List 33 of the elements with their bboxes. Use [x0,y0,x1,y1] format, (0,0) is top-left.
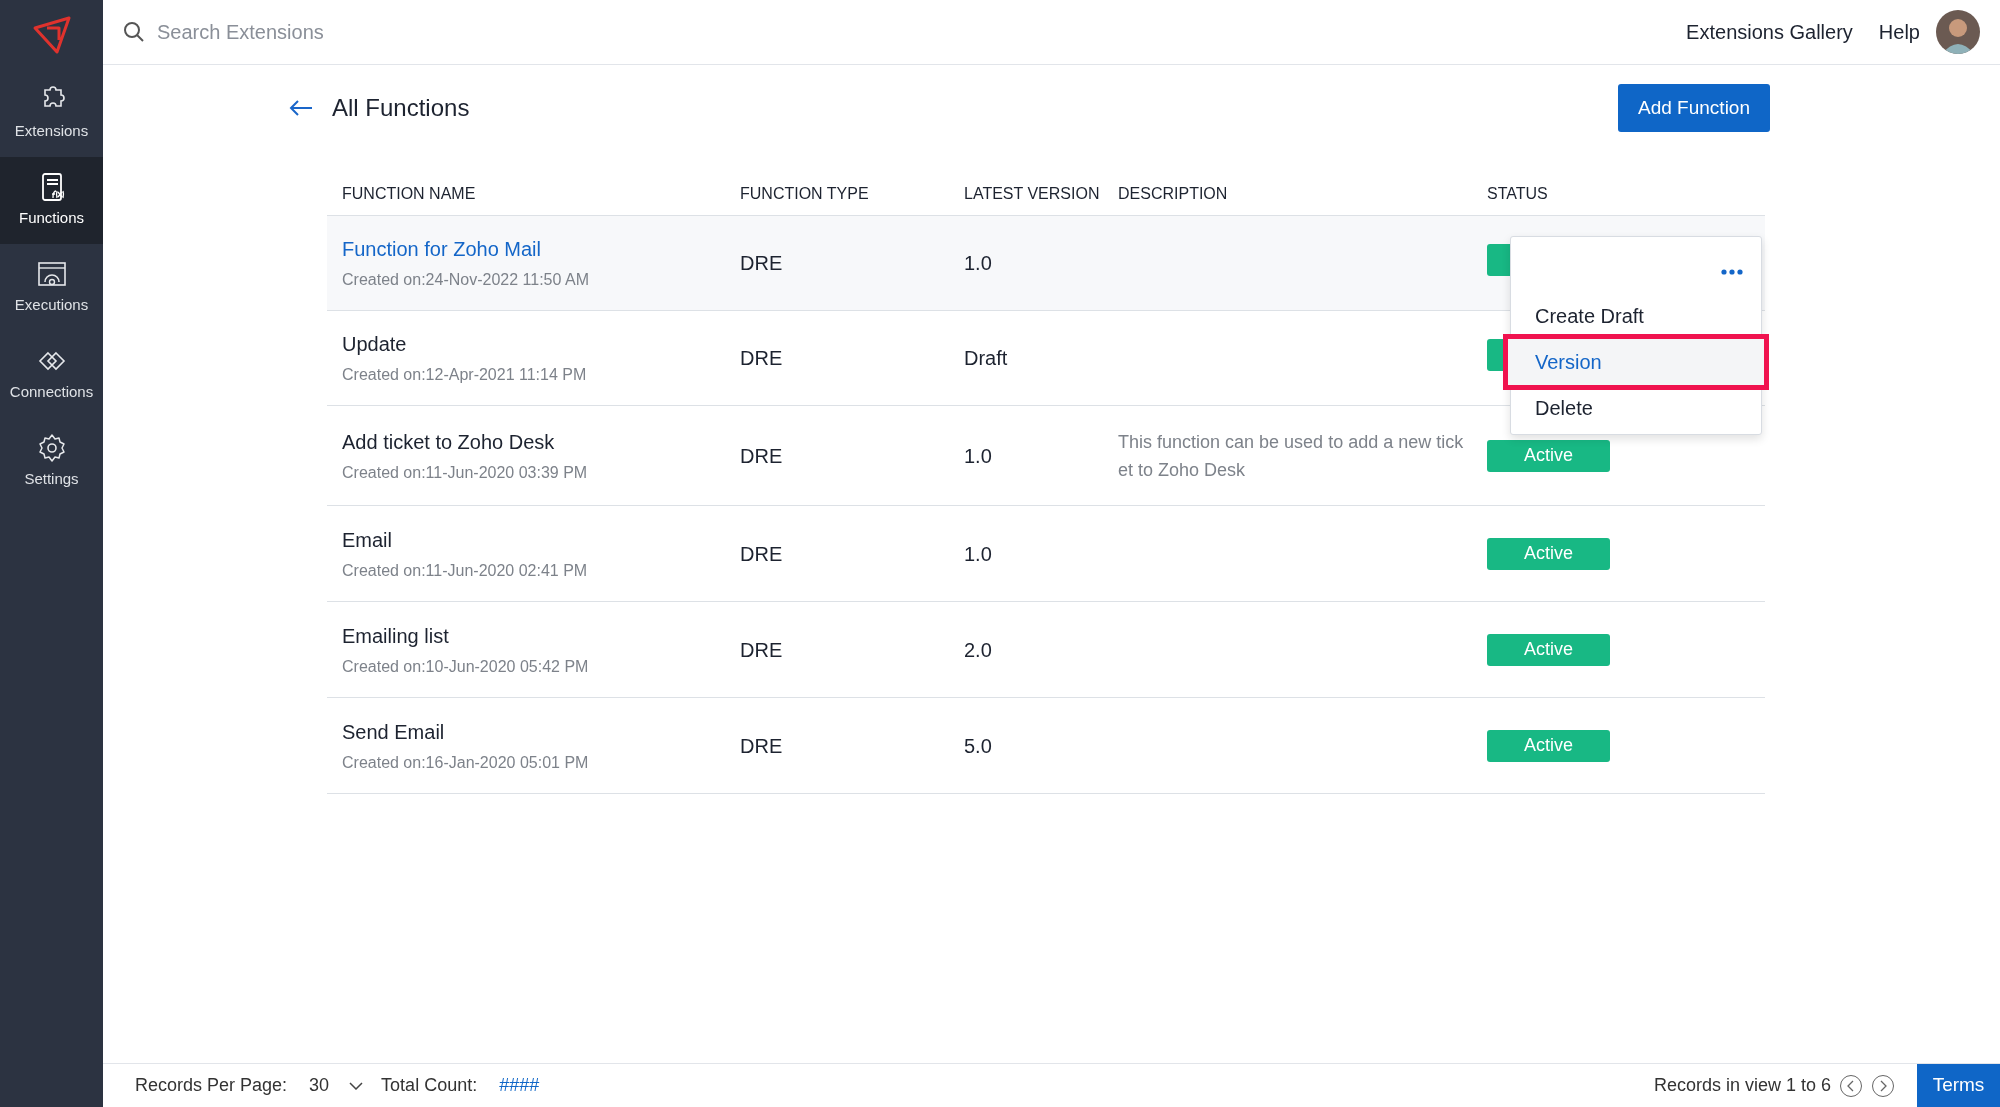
page-title: All Functions [332,93,470,123]
latest-version: 1.0 [964,444,992,467]
total-count: #### [499,1074,540,1097]
function-type: DRE [740,734,783,757]
function-type: DRE [740,347,783,369]
status-badge: Active [1487,439,1610,472]
column-header: STATUS [1486,183,1549,204]
latest-version: 1.0 [964,542,992,565]
latest-version: 2.0 [964,638,992,661]
records-range: Records in view 1 to 6 [1653,1074,1831,1097]
latest-version: Draft [964,347,1008,369]
status-badge: Active [1487,729,1610,762]
column-header: FUNCTION NAME [341,183,477,204]
created-date: Created on:12-Apr-2021 11:14 PM [342,365,588,385]
created-date: Created on:16-Jan-2020 05:01 PM [342,752,590,773]
latest-version: 5.0 [964,734,992,757]
column-header: LATEST VERSION [963,183,1101,204]
records-per-page-label: Records Per Page: [135,1074,288,1097]
latest-version: 1.0 [964,252,992,274]
status-badge: Active [1487,633,1610,666]
description: This function can be used to add a new ticket to Zoho Desk [1118,430,1465,482]
function-type: DRE [740,542,783,565]
column-header: DESCRIPTION [1117,183,1229,204]
function-type: DRE [740,444,783,467]
function-type: DRE [740,252,783,274]
total-count-label: Total Count: [381,1074,478,1097]
created-date: Created on:11-Jun-2020 02:41 PM [342,560,589,581]
column-header: FUNCTION TYPE [739,183,870,204]
created-date: Created on:24-Nov-2022 11:50 AM [342,270,590,290]
status-badge: Active [1487,537,1610,570]
created-date: Created on:11-Jun-2020 03:39 PM [342,462,589,483]
created-date: Created on:10-Jun-2020 05:42 PM [342,656,590,677]
function-type: DRE [740,638,783,661]
